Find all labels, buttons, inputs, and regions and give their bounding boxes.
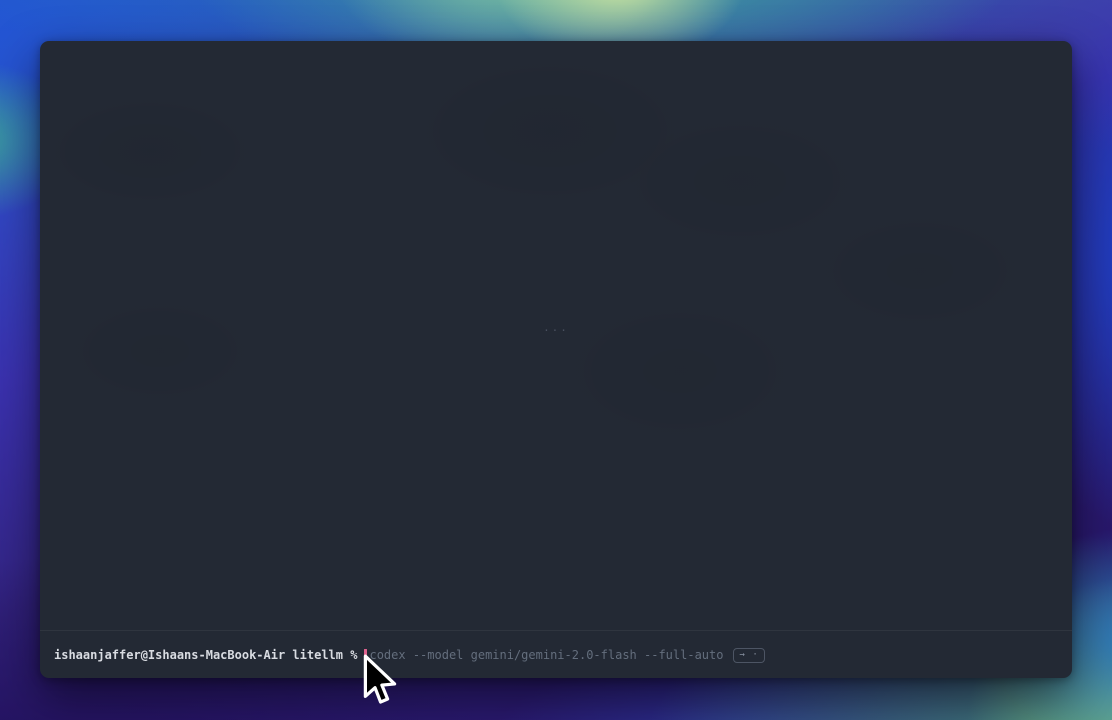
terminal-window[interactable]: ··· ishaanjaffer@Ishaans-MacBook-Air lit… <box>40 41 1072 678</box>
terminal-output-area: ··· <box>40 41 1072 630</box>
prompt-directory: litellm <box>292 645 343 665</box>
text-caret <box>364 649 367 662</box>
prompt-user-host: ishaanjaffer@Ishaans-MacBook-Air <box>54 645 285 665</box>
terminal-input-line[interactable]: ishaanjaffer@Ishaans-MacBook-Air litellm… <box>54 645 765 665</box>
prompt-symbol: % <box>350 645 357 665</box>
input-separator-line <box>40 630 1072 631</box>
loading-indicator: ··· <box>538 324 574 338</box>
autosuggestion-text: codex --model gemini/gemini-2.0-flash --… <box>369 645 723 665</box>
accept-suggestion-key-hint: → · <box>733 648 764 663</box>
screen: ··· ishaanjaffer@Ishaans-MacBook-Air lit… <box>0 0 1112 720</box>
